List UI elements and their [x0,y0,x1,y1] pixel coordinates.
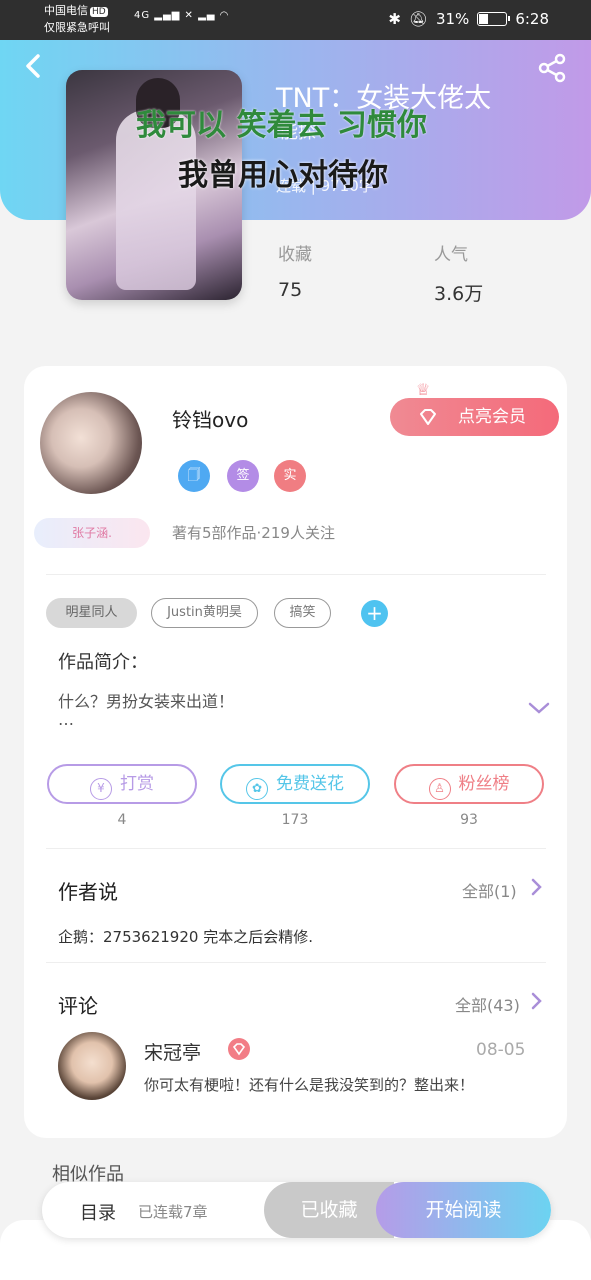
back-arrow-icon [26,54,40,78]
start-reading-button[interactable]: 开始阅读 [376,1182,551,1238]
clock: 6:28 [515,10,549,28]
action-label: 免费送花 [276,774,344,794]
diamond-icon [420,409,436,425]
diamond-icon [232,1043,246,1056]
author-says-chevron[interactable] [530,878,542,896]
expand-intro-button[interactable] [528,700,550,714]
share-button[interactable] [536,52,568,84]
carrier-name: 中国电信 [44,4,88,17]
battery-icon [477,12,511,26]
comment-text: 你可太有梗啦！还有什么是我没笑到的？整出来！ [144,1076,475,1094]
author-says-text: 企鹅：2753621920 完本之后会精修. [58,928,313,946]
share-icon [538,53,566,83]
stat-label: 收藏 [278,245,312,265]
commenter-avatar[interactable] [58,1032,126,1100]
user-icon: ♙ [428,778,451,800]
carrier-info: 中国电信 HD 仅限紧急呼叫 [44,3,110,36]
tag-funny[interactable]: 搞笑 [274,598,331,628]
action-label: 打赏 [120,774,154,794]
signed-badge[interactable]: 签 [227,460,259,492]
intro-title: 作品简介： [58,652,148,673]
stat-value: 3.6万 [434,283,484,305]
chevron-down-icon [528,702,550,714]
tip-button[interactable]: ¥ 打赏 [47,764,197,804]
author-says-title: 作者说 [58,880,118,904]
comments-title: 评论 [58,994,98,1018]
bottom-action-bar: 目录 已连载7章 已收藏 开始阅读 [42,1182,551,1238]
fan-count: 93 [460,812,478,828]
toc-button[interactable]: 目录 [80,1199,116,1225]
back-button[interactable] [22,52,46,80]
flower-count: 173 [281,812,309,828]
avatar-tag: 张子涵. [34,518,150,548]
vip-label: 点亮会员 [458,407,526,427]
divider [46,574,546,575]
chevron-right-icon [531,878,542,896]
author-name[interactable]: 铃铛ovo [172,404,248,433]
battery-fill [479,14,488,24]
battery-percent: 31% [435,10,470,28]
comment-date: 08-05 [476,1040,526,1060]
collected-button[interactable]: 已收藏 [264,1182,394,1238]
vip-button[interactable]: 点亮会员 [390,398,559,436]
author-avatar[interactable] [40,392,142,494]
network-type: 4G [134,10,151,21]
comments-chevron[interactable] [530,992,542,1010]
network-indicator: 4G ▂▄▆ ✕ ▂▄ ◠ [134,10,230,21]
verified-badge[interactable]: 实 [274,460,306,492]
stat-popularity: 人气 3.6万 [434,240,483,306]
tag-justin[interactable]: Justin黄明昊 [151,598,258,628]
carrier-status: 仅限紧急呼叫 [44,21,110,34]
chapter-count: 已连载7章 [138,1203,208,1221]
author-says-all-link[interactable]: 全部(1) [462,878,517,902]
status-bar: 中国电信 HD 仅限紧急呼叫 4G ▂▄▆ ✕ ▂▄ ◠ ✱ 🔕︎ 31% 6:2… [0,0,591,40]
mute-bell-icon: 🔕︎ [408,10,428,28]
vip-gem-icon [228,1038,250,1060]
tip-count: 4 [117,812,127,828]
commenter-name[interactable]: 宋冠亭 [144,1038,201,1065]
fan-ranking-button[interactable]: ♙ 粉丝榜 [394,764,544,804]
status-right: ✱ 🔕︎ 31% 6:28 [388,10,549,28]
yuan-icon: ¥ [90,778,112,800]
overlay-caption-2: 我曾用心对待你 [178,158,388,193]
stat-value: 75 [278,279,303,301]
hd-badge: HD [90,7,108,17]
flower-icon: ✿ [246,778,268,800]
action-label: 粉丝榜 [458,774,510,794]
crown-icon: ♕ [416,380,431,399]
send-flower-button[interactable]: ✿ 免费送花 [220,764,370,804]
intro-ellipsis: … [58,710,74,729]
works-info: 著有5部作品·219人关注 [172,524,335,542]
overlay-caption-1: 我可以 笑着去 习惯你 [136,108,427,143]
comments-all-link[interactable]: 全部(43) [455,992,520,1016]
bluetooth-icon: ✱ [388,10,401,28]
add-tag-button[interactable]: + [361,600,388,627]
stat-label: 人气 [434,245,468,265]
chevron-right-icon [531,992,542,1010]
intro-text: 什么？男扮女装来出道！ [58,692,235,711]
divider [46,962,546,963]
divider [46,848,546,849]
stat-favorites: 收藏 75 [278,240,312,301]
tag-star-fanfic[interactable]: 明星同人 [46,598,137,628]
phone-badge-icon[interactable]: 🗍 [178,460,210,492]
